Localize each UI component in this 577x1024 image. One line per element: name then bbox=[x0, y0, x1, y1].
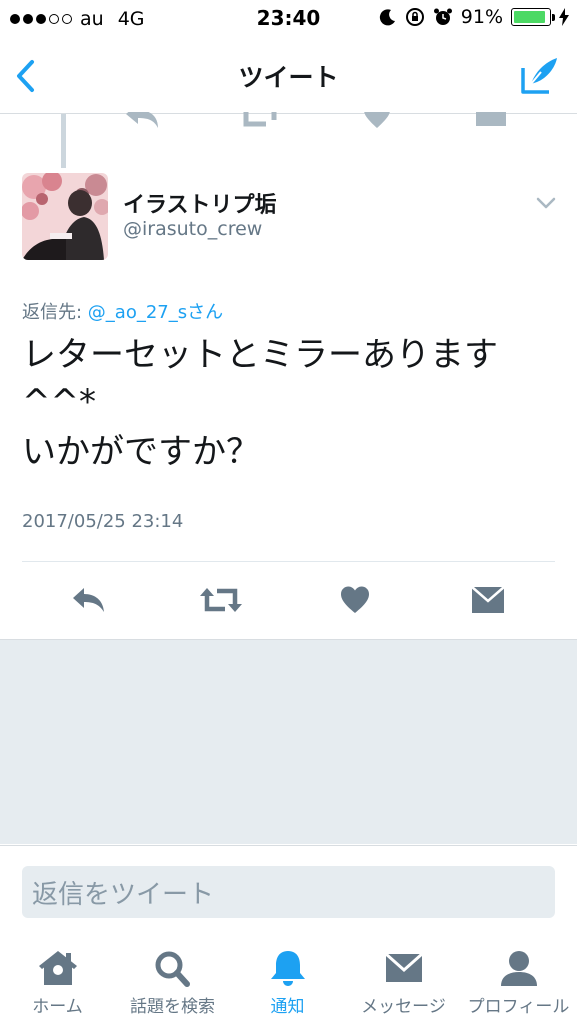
tweet-text-line: いかがですか？ bbox=[22, 432, 260, 472]
reply-button[interactable] bbox=[67, 580, 111, 620]
previous-tweet-actions bbox=[0, 112, 577, 132]
divider bbox=[22, 561, 555, 562]
tab-label: メッセージ bbox=[361, 997, 446, 1017]
retweet-button[interactable] bbox=[199, 580, 243, 620]
direct-message-button[interactable] bbox=[466, 580, 510, 620]
message-icon[interactable] bbox=[475, 112, 507, 130]
search-icon bbox=[155, 951, 190, 987]
tweet-actions bbox=[0, 580, 577, 624]
like-icon[interactable] bbox=[362, 112, 392, 130]
status-bar: au 4G 23:40 91% bbox=[0, 0, 577, 38]
tab-profile[interactable]: プロフィール bbox=[461, 948, 576, 1017]
tweet-text-line: ^^* bbox=[22, 382, 96, 422]
charging-icon bbox=[559, 8, 569, 26]
avatar[interactable] bbox=[22, 173, 108, 260]
retweet-icon bbox=[200, 588, 242, 612]
reply-icon[interactable] bbox=[124, 112, 164, 130]
message-icon bbox=[471, 586, 505, 613]
like-button[interactable] bbox=[333, 580, 377, 620]
page-title: ツイート bbox=[238, 63, 339, 92]
reply-to-mention[interactable]: @_ao_27_sさん bbox=[88, 302, 223, 323]
user-name[interactable]: イラストリプ垢 bbox=[123, 187, 277, 219]
tweet-text-line: レターセットとミラーあります bbox=[22, 335, 498, 375]
reply-to-prefix: 返信先: bbox=[22, 302, 88, 323]
home-icon bbox=[38, 951, 77, 985]
reply-compose-bar: 返信をツイート bbox=[0, 845, 577, 935]
tab-home[interactable]: ホーム bbox=[0, 948, 115, 1017]
tab-notifications[interactable]: 通知 bbox=[230, 948, 345, 1017]
rotation-lock-icon bbox=[405, 8, 424, 26]
tab-messages[interactable]: メッセージ bbox=[346, 948, 461, 1017]
tweet-timestamp: 2017/05/25 23:14 bbox=[22, 511, 184, 532]
envelope-icon bbox=[384, 952, 423, 982]
battery-icon bbox=[511, 8, 555, 26]
tab-label: ホーム bbox=[32, 997, 83, 1017]
bell-icon bbox=[270, 951, 305, 986]
alarm-icon bbox=[433, 8, 452, 25]
empty-background bbox=[0, 639, 577, 844]
reply-icon bbox=[73, 588, 104, 612]
tab-label: 通知 bbox=[270, 997, 305, 1017]
tweet-text: レターセットとミラーあります ^^* いかがですか？ bbox=[22, 332, 562, 476]
tab-search[interactable]: 話題を検索 bbox=[115, 948, 230, 1017]
retweet-icon[interactable] bbox=[240, 112, 280, 130]
compose-tweet-icon[interactable] bbox=[517, 54, 561, 98]
like-icon bbox=[341, 586, 369, 613]
tab-label: プロフィール bbox=[467, 997, 570, 1017]
tab-bar: ホーム 話題を検索 通知 メッセージ プロフィール bbox=[0, 936, 577, 1024]
status-right: 91% bbox=[379, 6, 569, 28]
battery-percent: 91% bbox=[460, 6, 503, 28]
profile-icon bbox=[500, 951, 537, 986]
tab-label: 話題を検索 bbox=[130, 997, 215, 1017]
reply-input[interactable]: 返信をツイート bbox=[22, 866, 555, 918]
moon-icon bbox=[379, 9, 395, 26]
nav-bar: ツイート bbox=[0, 38, 577, 114]
reply-to-line: 返信先: @_ao_27_sさん bbox=[22, 298, 223, 324]
chevron-down-icon[interactable] bbox=[536, 196, 556, 210]
user-handle[interactable]: @irasuto_crew bbox=[123, 218, 262, 240]
